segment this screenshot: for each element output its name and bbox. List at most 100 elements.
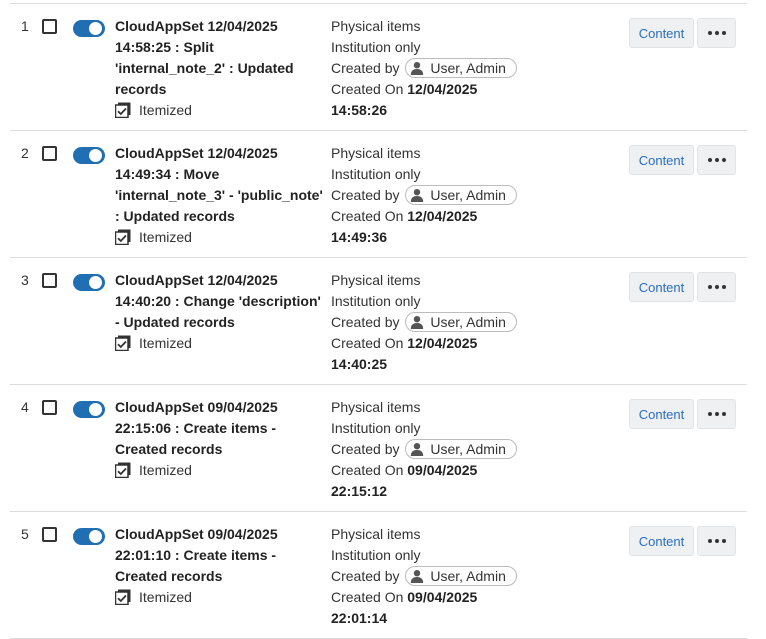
itemized-label: Itemized — [139, 229, 192, 245]
more-actions-button[interactable] — [697, 272, 736, 302]
created-on-label: Created On — [331, 589, 404, 605]
more-actions-button[interactable] — [697, 399, 736, 429]
more-actions-button[interactable] — [697, 526, 736, 556]
user-avatar-icon — [411, 570, 424, 584]
set-title[interactable]: CloudAppSet 12/04/2025 14:49:34 : Move '… — [115, 143, 325, 227]
material-type: Physical items — [331, 526, 421, 542]
itemized-indicator: Itemized — [115, 589, 192, 605]
created-by-label: Created by — [331, 568, 400, 584]
row-active-toggle[interactable] — [73, 274, 105, 291]
user-name: User, Admin — [430, 59, 506, 76]
row-index: 4 — [21, 399, 29, 415]
set-metadata: Physical items Institution only Created … — [331, 524, 531, 629]
created-by: Created by User, Admin — [331, 58, 531, 79]
itemized-indicator: Itemized — [115, 335, 192, 351]
content-button[interactable]: Content — [629, 18, 694, 48]
created-on-date: 09/04/2025 — [407, 462, 478, 478]
row-active-toggle[interactable] — [73, 401, 105, 418]
created-on-label: Created On — [331, 81, 404, 97]
created-on: Created On 12/04/2025 — [331, 206, 531, 227]
row-select-checkbox[interactable] — [42, 400, 57, 415]
set-scope: Institution only — [331, 293, 421, 309]
created-on-time: 22:01:14 — [331, 610, 388, 626]
created-by-label: Created by — [331, 441, 400, 457]
user-name: User, Admin — [430, 567, 506, 584]
user-chip[interactable]: User, Admin — [405, 312, 517, 333]
created-by-label: Created by — [331, 187, 400, 203]
set-metadata: Physical items Institution only Created … — [331, 143, 531, 248]
itemized-label: Itemized — [139, 462, 192, 478]
itemized-checkbox-icon — [115, 462, 131, 478]
set-scope: Institution only — [331, 39, 421, 55]
content-button[interactable]: Content — [629, 272, 694, 302]
set-scope: Institution only — [331, 166, 421, 182]
created-on-time-line: 14:58:26 — [331, 100, 531, 121]
created-on: Created On 09/04/2025 — [331, 460, 531, 481]
itemized-label: Itemized — [139, 102, 192, 118]
created-by: Created by User, Admin — [331, 312, 531, 333]
created-on-date: 12/04/2025 — [407, 81, 478, 97]
created-on-time-line: 22:01:14 — [331, 608, 531, 629]
more-actions-button[interactable] — [697, 145, 736, 175]
created-on-label: Created On — [331, 208, 404, 224]
set-metadata: Physical items Institution only Created … — [331, 397, 531, 502]
more-horizontal-icon — [707, 539, 726, 543]
set-scope: Institution only — [331, 547, 421, 563]
user-chip[interactable]: User, Admin — [405, 58, 517, 79]
user-chip[interactable]: User, Admin — [405, 439, 517, 460]
row-active-toggle[interactable] — [73, 147, 105, 164]
user-avatar-icon — [411, 189, 424, 203]
itemized-label: Itemized — [139, 335, 192, 351]
content-button[interactable]: Content — [629, 526, 694, 556]
more-horizontal-icon — [707, 285, 726, 289]
more-horizontal-icon — [707, 31, 726, 35]
user-avatar-icon — [411, 443, 424, 457]
content-button[interactable]: Content — [629, 145, 694, 175]
created-by: Created by User, Admin — [331, 185, 531, 206]
row-index: 3 — [21, 272, 29, 288]
user-chip[interactable]: User, Admin — [405, 185, 517, 206]
created-on-date: 09/04/2025 — [407, 589, 478, 605]
itemized-label: Itemized — [139, 589, 192, 605]
user-avatar-icon — [411, 316, 424, 330]
created-on: Created On 12/04/2025 — [331, 79, 531, 100]
itemized-indicator: Itemized — [115, 229, 192, 245]
created-on-label: Created On — [331, 462, 404, 478]
row-index: 2 — [21, 145, 29, 161]
row-active-toggle[interactable] — [73, 20, 105, 37]
material-type: Physical items — [331, 272, 421, 288]
created-on-label: Created On — [331, 335, 404, 351]
user-avatar-icon — [411, 62, 424, 76]
set-title[interactable]: CloudAppSet 09/04/2025 22:01:10 : Create… — [115, 524, 325, 587]
created-on-time: 14:40:25 — [331, 356, 388, 372]
created-on-time: 22:15:12 — [331, 483, 388, 499]
row-select-checkbox[interactable] — [42, 273, 57, 288]
row-select-checkbox[interactable] — [42, 146, 57, 161]
itemized-checkbox-icon — [115, 102, 131, 118]
created-on-time-line: 14:40:25 — [331, 354, 531, 375]
content-button[interactable]: Content — [629, 399, 694, 429]
set-row: 4 CloudAppSet 09/04/2025 22:15:06 : Crea… — [0, 385, 766, 512]
more-actions-button[interactable] — [697, 18, 736, 48]
user-name: User, Admin — [430, 186, 506, 203]
set-title[interactable]: CloudAppSet 12/04/2025 14:40:20 : Change… — [115, 270, 325, 333]
row-select-checkbox[interactable] — [42, 19, 57, 34]
row-active-toggle[interactable] — [73, 528, 105, 545]
created-on-date: 12/04/2025 — [407, 208, 478, 224]
row-index: 5 — [21, 526, 29, 542]
set-title[interactable]: CloudAppSet 12/04/2025 14:58:25 : Split … — [115, 16, 325, 100]
user-name: User, Admin — [430, 313, 506, 330]
set-row: 3 CloudAppSet 12/04/2025 14:40:20 : Chan… — [0, 258, 766, 385]
created-by-label: Created by — [331, 314, 400, 330]
created-on: Created On 09/04/2025 — [331, 587, 531, 608]
row-select-checkbox[interactable] — [42, 527, 57, 542]
material-type: Physical items — [331, 18, 421, 34]
itemized-checkbox-icon — [115, 335, 131, 351]
user-chip[interactable]: User, Admin — [405, 566, 517, 587]
itemized-indicator: Itemized — [115, 102, 192, 118]
more-horizontal-icon — [707, 158, 726, 162]
material-type: Physical items — [331, 145, 421, 161]
set-metadata: Physical items Institution only Created … — [331, 16, 531, 121]
created-on-time-line: 22:15:12 — [331, 481, 531, 502]
set-title[interactable]: CloudAppSet 09/04/2025 22:15:06 : Create… — [115, 397, 325, 460]
